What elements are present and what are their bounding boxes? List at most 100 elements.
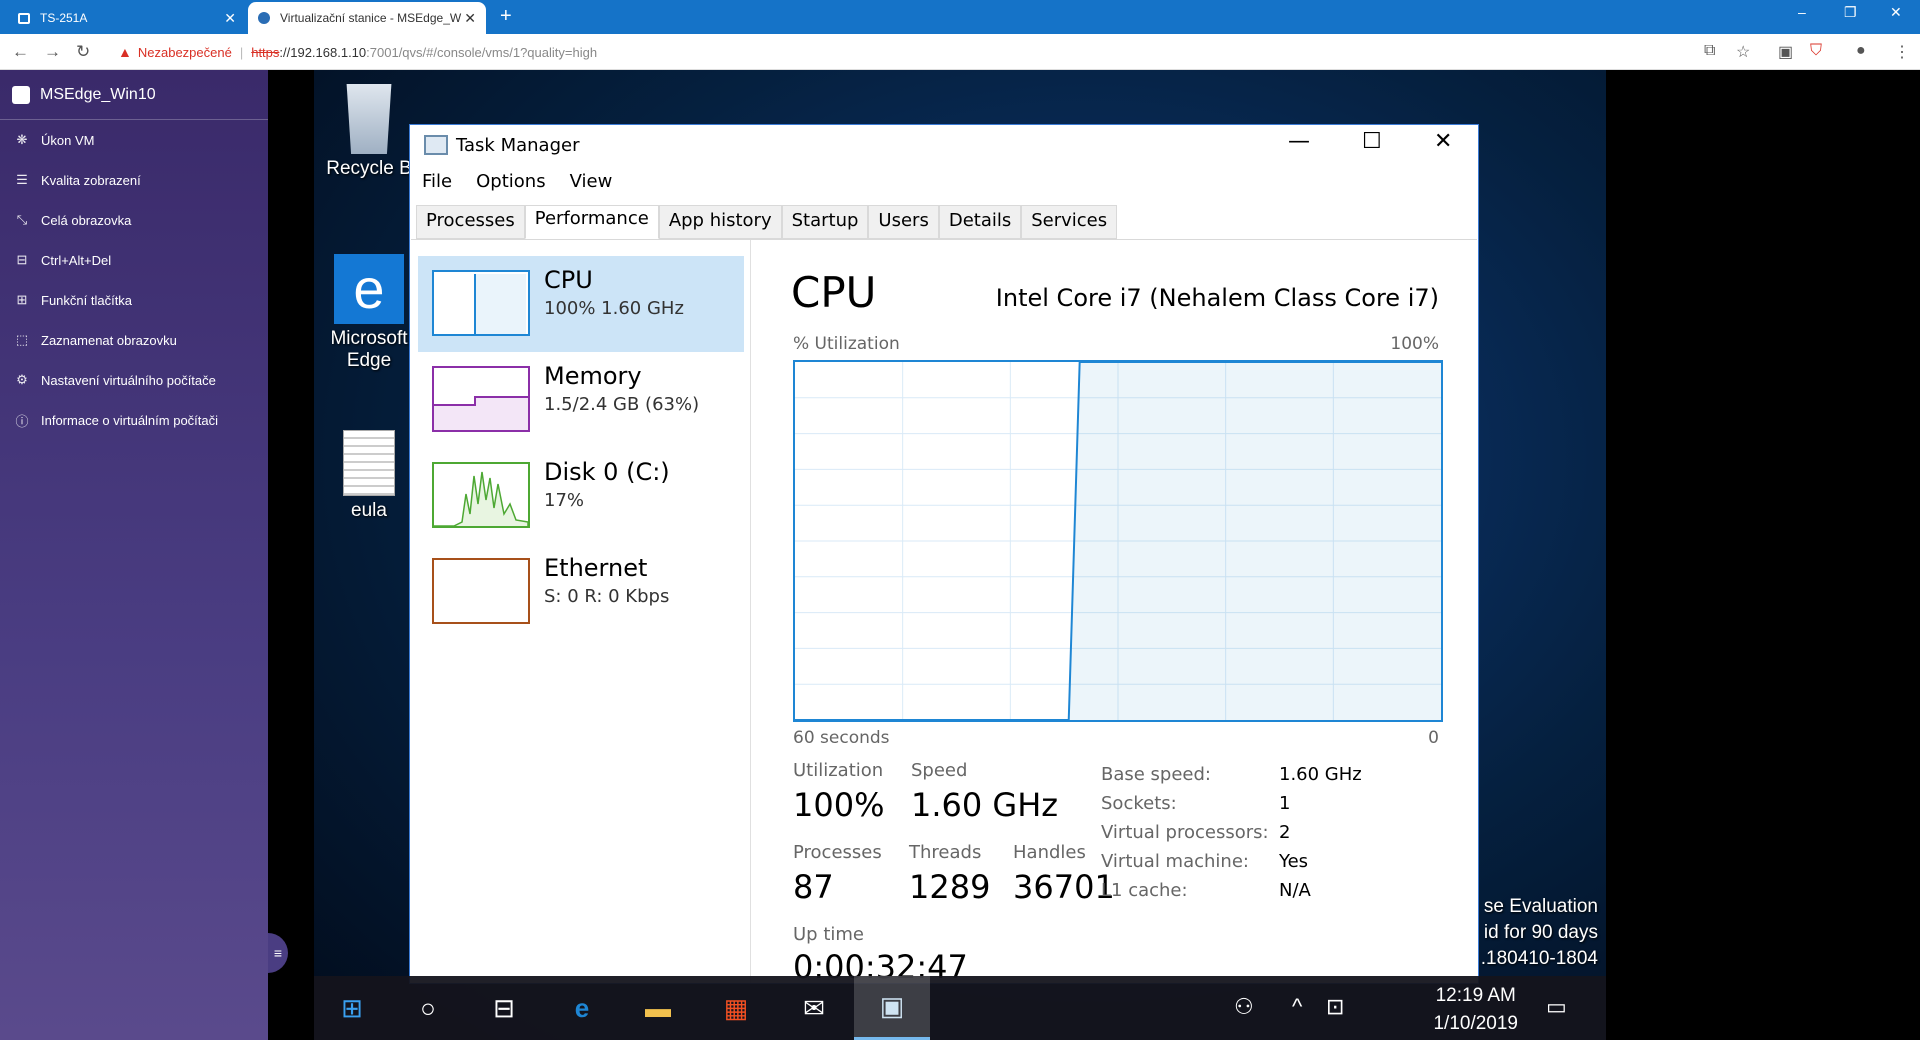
task-manager-icon: ▣ bbox=[879, 991, 905, 1021]
desktop-icon-label: eula bbox=[351, 500, 387, 521]
vm-console-sidebar: MSEdge_Win10 ❋ Úkon VM ☰ Kvalita zobrazení… bbox=[0, 70, 268, 1040]
close-window-icon[interactable]: ✕ bbox=[1890, 4, 1902, 21]
resource-name: CPU bbox=[544, 266, 593, 294]
warning-triangle-icon: ▲ bbox=[118, 44, 132, 60]
utilization-value: 100% bbox=[793, 786, 885, 824]
restore-window-icon[interactable]: ❐ bbox=[1844, 4, 1857, 21]
taskbar-mail[interactable]: ✉ bbox=[776, 976, 852, 1040]
forward-arrow-icon[interactable]: → bbox=[44, 42, 61, 62]
taskbar-edge[interactable]: e bbox=[544, 976, 620, 1040]
network-icon[interactable]: ⊡ bbox=[1326, 994, 1344, 1020]
utilization-axis-label: % Utilization bbox=[793, 334, 900, 354]
resource-cpu[interactable]: CPU 100% 1.60 GHz bbox=[418, 256, 744, 352]
tab-performance[interactable]: Performance bbox=[524, 205, 659, 239]
threads-value: 1289 bbox=[909, 868, 991, 906]
tab-services[interactable]: Services bbox=[1021, 205, 1118, 239]
resource-value: 17% bbox=[544, 490, 585, 511]
tab-processes[interactable]: Processes bbox=[416, 205, 525, 239]
menu-view[interactable]: View bbox=[570, 171, 613, 192]
tm-maximize-icon[interactable]: ☐ bbox=[1362, 129, 1382, 154]
processes-value: 87 bbox=[793, 868, 834, 906]
task-view-button[interactable]: ⊟ bbox=[466, 976, 542, 1040]
reload-icon[interactable]: ↻ bbox=[76, 42, 90, 62]
browser-tab-virtualization[interactable]: Virtualizační stanice - MSEdge_W ✕ bbox=[248, 2, 486, 34]
tab-startup[interactable]: Startup bbox=[781, 205, 869, 239]
taskbar-store[interactable]: ▦ bbox=[698, 976, 774, 1040]
keyboard-combo-icon: ⊟ bbox=[16, 252, 28, 267]
sidebar-item-label: Celá obrazovka bbox=[41, 212, 132, 228]
desktop-icon-edge[interactable]: e Microsoft Edge bbox=[324, 254, 414, 372]
sidebar-item-vm-info[interactable]: ⓘ Informace o virtuálním počítači bbox=[0, 400, 268, 440]
sidebar-item-fullscreen[interactable]: ⤡ Celá obrazovka bbox=[0, 200, 268, 240]
spec-value: N/A bbox=[1279, 880, 1311, 901]
back-arrow-icon[interactable]: ← bbox=[12, 42, 29, 62]
memory-thumbnail-fill bbox=[434, 404, 476, 430]
taskbar-task-manager[interactable]: ▣ bbox=[854, 976, 930, 1040]
start-button[interactable]: ⊞ bbox=[314, 976, 390, 1040]
tm-minimize-icon[interactable]: — bbox=[1288, 129, 1310, 154]
taskbar-clock[interactable]: 12:19 AM 1/10/2019 bbox=[1433, 982, 1518, 1038]
cpu-heading: CPU bbox=[791, 268, 877, 317]
resource-value: 1.5/2.4 GB (63%) bbox=[544, 394, 700, 415]
menu-options[interactable]: Options bbox=[476, 171, 545, 192]
tm-close-icon[interactable]: ✕ bbox=[1434, 129, 1452, 154]
tab-details[interactable]: Details bbox=[938, 205, 1022, 239]
cpu-thumbnail-graph bbox=[432, 270, 530, 336]
resource-name: Disk 0 (C:) bbox=[544, 458, 670, 486]
clock-time: 12:19 AM bbox=[1435, 985, 1516, 1006]
action-center-icon[interactable]: ▭ bbox=[1546, 994, 1567, 1020]
sidebar-item-display-quality[interactable]: ☰ Kvalita zobrazení bbox=[0, 160, 268, 200]
people-icon[interactable]: ⚇ bbox=[1234, 994, 1254, 1020]
desktop-icon-recycle-bin[interactable]: Recycle B bbox=[324, 84, 414, 180]
grid-keys-icon: ⊞ bbox=[16, 292, 28, 307]
cpu-detail-panel: CPU Intel Core i7 (Nehalem Class Core i7… bbox=[751, 240, 1477, 986]
folder-icon: ▬ bbox=[645, 992, 671, 1023]
hamburger-icon: ≡ bbox=[273, 945, 283, 961]
tm-titlebar: Task Manager bbox=[410, 125, 1478, 165]
sidebar-item-vm-settings[interactable]: ⚙ Nastavení virtuálního počítače bbox=[0, 360, 268, 400]
tab-app-history[interactable]: App history bbox=[658, 205, 782, 239]
resource-memory[interactable]: Memory 1.5/2.4 GB (63%) bbox=[418, 352, 744, 448]
resource-value: S: 0 R: 0 Kbps bbox=[544, 586, 670, 607]
tm-menubar: File Options View bbox=[410, 165, 1478, 197]
sidebar-item-record-screen[interactable]: ⬚ Zaznamenat obrazovku bbox=[0, 320, 268, 360]
tab-close-icon[interactable]: ✕ bbox=[464, 10, 476, 27]
not-secure-label: Nezabezpečené bbox=[137, 44, 232, 60]
shield-extension-icon[interactable]: ⛉ bbox=[1810, 42, 1822, 60]
tab-users[interactable]: Users bbox=[868, 205, 939, 239]
spec-label: Sockets: bbox=[1101, 793, 1177, 814]
task-view-icon: ⊟ bbox=[493, 992, 515, 1023]
windows-taskbar: ⊞ ○ ⊟ e ▬ ▦ ✉ ▣ ⚇ ^ ⊡ 12:19 AM 1/10/2019… bbox=[314, 976, 1606, 1040]
store-bag-icon: ▦ bbox=[723, 992, 749, 1023]
kebab-menu-icon[interactable]: ⋮ bbox=[1894, 42, 1910, 62]
sidebar-item-function-keys[interactable]: ⊞ Funkční tlačítka bbox=[0, 280, 268, 320]
vm-screen[interactable]: Recycle B e Microsoft Edge eula se Evalu… bbox=[314, 70, 1606, 1040]
watermark-line: id for 90 days bbox=[1483, 922, 1598, 943]
desktop-icon-eula[interactable]: eula bbox=[324, 430, 414, 522]
browser-tab-ts251a[interactable]: TS-251A ✕ bbox=[8, 2, 246, 34]
sidebar-item-vm-action[interactable]: ❋ Úkon VM bbox=[0, 120, 268, 160]
utilization-max-label: 100% bbox=[1390, 334, 1439, 354]
tab-title: Virtualizační stanice - MSEdge_W bbox=[280, 11, 462, 25]
memory-thumbnail-fill bbox=[474, 396, 528, 430]
translate-icon[interactable]: ⧉ bbox=[1704, 42, 1715, 60]
resource-disk[interactable]: Disk 0 (C:) 17% bbox=[418, 448, 744, 544]
resource-ethernet[interactable]: Ethernet S: 0 R: 0 Kbps bbox=[418, 544, 744, 640]
resource-value: 100% 1.60 GHz bbox=[544, 298, 684, 319]
sidebar-item-ctrl-alt-del[interactable]: ⊟ Ctrl+Alt+Del bbox=[0, 240, 268, 280]
extension-icon[interactable]: ▣ bbox=[1778, 42, 1793, 62]
info-icon: ⓘ bbox=[15, 413, 29, 429]
cortana-button[interactable]: ○ bbox=[390, 976, 466, 1040]
taskbar-file-explorer[interactable]: ▬ bbox=[620, 976, 696, 1040]
qvs-favicon-icon bbox=[258, 12, 270, 24]
new-tab-button[interactable]: + bbox=[500, 5, 512, 28]
processor-name: Intel Core i7 (Nehalem Class Core i7) bbox=[995, 284, 1439, 312]
tab-close-icon[interactable]: ✕ bbox=[224, 10, 236, 27]
profile-avatar-icon[interactable]: ● bbox=[1856, 42, 1866, 60]
url-omnibox[interactable]: ▲ Nezabezpečené | https ://192.168.1.10 … bbox=[108, 40, 1688, 64]
bookmark-star-icon[interactable]: ☆ bbox=[1736, 42, 1750, 62]
minimize-window-icon[interactable]: – bbox=[1798, 4, 1806, 20]
show-hidden-icons-chevron-icon[interactable]: ^ bbox=[1292, 994, 1302, 1020]
sidebar-toggle-button[interactable]: ≡ bbox=[268, 933, 288, 973]
menu-file[interactable]: File bbox=[422, 171, 452, 192]
